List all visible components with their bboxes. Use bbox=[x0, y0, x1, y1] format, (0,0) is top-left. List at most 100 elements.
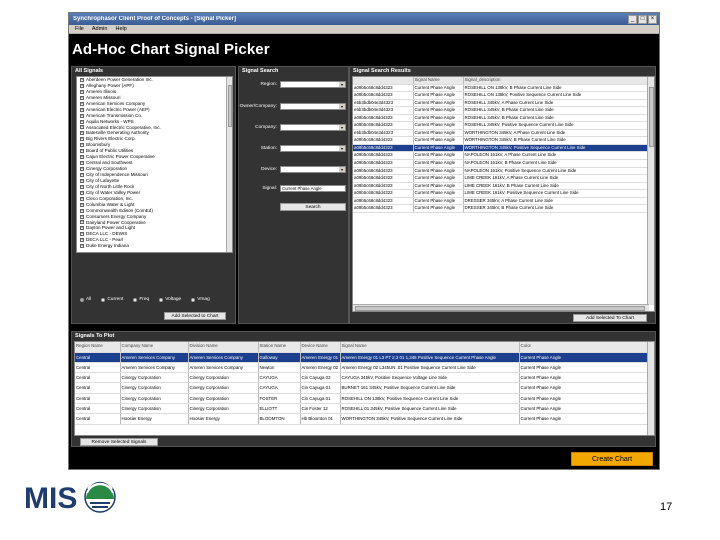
expand-icon[interactable]: + bbox=[80, 77, 84, 82]
results-row[interactable]: a09b5c68c8dd4323 Current Phase Angle LIME … bbox=[353, 182, 648, 191]
results-column-header[interactable]: Signal_description bbox=[463, 77, 648, 85]
results-row[interactable]: a09b5c68c8dd4323 Current Phase Angle LIME … bbox=[353, 189, 648, 198]
results-row[interactable]: a09b5c68c8dd4323 Current Phase Angle ROSEH… bbox=[353, 114, 648, 123]
expand-icon[interactable]: + bbox=[80, 214, 84, 219]
radio-dot-icon[interactable] bbox=[80, 297, 84, 302]
plot-scrollbar[interactable] bbox=[647, 342, 654, 435]
radio-dot-icon[interactable] bbox=[133, 297, 138, 302]
search-dropdown[interactable]: ▾ bbox=[280, 124, 346, 131]
expand-icon[interactable]: + bbox=[80, 161, 84, 166]
expand-icon[interactable]: + bbox=[80, 125, 84, 130]
minimize-button[interactable]: _ bbox=[628, 14, 637, 24]
plot-column-header[interactable]: Color bbox=[519, 342, 650, 353]
plot-row[interactable]: Central Cinergy Corporation Cinergy Corpor… bbox=[75, 393, 650, 404]
plot-column-header[interactable]: Signal Name bbox=[340, 342, 520, 353]
expand-icon[interactable]: + bbox=[80, 131, 84, 136]
expand-icon[interactable]: + bbox=[80, 149, 84, 154]
filter-radio[interactable]: Voltage bbox=[159, 297, 181, 302]
results-row[interactable]: e5b3bdb04e3d4323 Current Phase Angle ROSEH… bbox=[353, 106, 648, 115]
expand-icon[interactable]: + bbox=[80, 167, 84, 172]
results-row[interactable]: a09b5c68c8dd4323 Current Phase Angle NAPOL… bbox=[353, 167, 648, 176]
expand-icon[interactable]: + bbox=[80, 119, 84, 124]
close-button[interactable]: × bbox=[648, 14, 657, 24]
expand-icon[interactable]: + bbox=[80, 143, 84, 148]
radio-dot-icon[interactable] bbox=[159, 297, 164, 302]
radio-dot-icon[interactable] bbox=[191, 297, 196, 302]
results-row[interactable]: e5b3bdb04e3d4323 Current Phase Angle ROSEH… bbox=[353, 99, 648, 108]
results-row[interactable]: e5b3bdb04e3d4323 Current Phase Angle WORTH… bbox=[353, 129, 648, 138]
expand-icon[interactable]: + bbox=[80, 172, 84, 177]
expand-icon[interactable]: + bbox=[80, 226, 84, 231]
chevron-down-icon[interactable]: ▾ bbox=[339, 146, 345, 151]
filter-radio[interactable]: Vmag bbox=[191, 297, 210, 302]
results-row[interactable]: a09b5c68c8dd4323 Current Phase Angle NAPOL… bbox=[353, 159, 648, 168]
plot-row[interactable]: Central Ameren Services Company Ameren Ser… bbox=[75, 352, 650, 363]
search-results-grid[interactable]: Signal Name Signal_description a09b5c68c8… bbox=[352, 76, 655, 312]
expand-icon[interactable]: + bbox=[80, 113, 84, 118]
menu-help[interactable]: Help bbox=[115, 26, 126, 32]
plot-row[interactable]: Central Ameren Services Company Ameren Ser… bbox=[75, 362, 650, 374]
expand-icon[interactable]: + bbox=[80, 101, 84, 106]
chevron-down-icon[interactable]: ▾ bbox=[339, 104, 345, 109]
expand-icon[interactable]: + bbox=[80, 155, 84, 160]
expand-icon[interactable]: + bbox=[80, 202, 84, 207]
results-row[interactable]: a09b5c68c8dd4323 Current Phase Angle ROSEH… bbox=[353, 91, 648, 100]
expand-icon[interactable]: + bbox=[80, 89, 84, 94]
filter-radio[interactable]: Current bbox=[101, 297, 123, 302]
search-button[interactable]: Search bbox=[280, 203, 346, 211]
results-horizontal-scrollbar[interactable] bbox=[353, 304, 649, 311]
create-chart-button[interactable]: Create Chart bbox=[571, 452, 653, 466]
plot-column-header[interactable]: Device Name bbox=[300, 342, 341, 353]
results-row[interactable]: a09b5c68c8dd4323 Current Phase Angle DRESS… bbox=[353, 197, 648, 206]
expand-icon[interactable]: + bbox=[80, 208, 84, 213]
signals-scroll-thumb[interactable] bbox=[227, 85, 232, 127]
results-row[interactable]: a09b5c68c8dd4323 Current Phase Angle DRESS… bbox=[353, 204, 648, 213]
plot-grid[interactable]: Region Name Company Name Division Name Stat… bbox=[74, 341, 655, 436]
search-dropdown[interactable]: ▾ bbox=[280, 81, 346, 88]
expand-icon[interactable]: + bbox=[80, 107, 84, 112]
results-row[interactable]: a09b5c68c8dd4323 Current Phase Angle WORTH… bbox=[353, 136, 648, 145]
results-column-header[interactable]: Signal Name bbox=[413, 77, 464, 85]
plot-column-header[interactable]: Region Name bbox=[75, 342, 121, 353]
results-hscroll-thumb[interactable] bbox=[355, 306, 645, 311]
results-scroll-thumb[interactable] bbox=[649, 87, 654, 147]
search-dropdown[interactable]: ▾ bbox=[280, 145, 346, 152]
filter-radio[interactable]: Freq bbox=[133, 297, 149, 302]
add-selected-to-chart-button[interactable]: Add Selected to Chart bbox=[164, 312, 226, 320]
chevron-down-icon[interactable]: ▾ bbox=[339, 125, 345, 130]
expand-icon[interactable]: + bbox=[80, 238, 84, 243]
expand-icon[interactable]: + bbox=[80, 184, 84, 189]
results-row[interactable]: a09b5c68c8dd4323 Current Phase Angle WORTH… bbox=[353, 144, 648, 153]
signals-tree[interactable]: + Aberdeen Power Generation Inc. + Alleghan… bbox=[76, 76, 233, 253]
expand-icon[interactable]: + bbox=[80, 95, 84, 100]
expand-icon[interactable]: + bbox=[80, 232, 84, 237]
results-row[interactable]: a09b5c68c8dd4323 Current Phase Angle ROSEH… bbox=[353, 84, 648, 93]
signal-tree-item[interactable]: + Duke Energy Indiana bbox=[77, 243, 232, 249]
radio-dot-icon[interactable] bbox=[101, 297, 106, 302]
plot-column-header[interactable]: Station Name bbox=[258, 342, 301, 353]
signal-input[interactable]: Current Phase Angle bbox=[280, 185, 346, 192]
expand-icon[interactable]: + bbox=[80, 178, 84, 183]
plot-row[interactable]: Central Hoosier Energy Hoosier Energy BLOOM… bbox=[75, 413, 650, 425]
plot-row[interactable]: Central Cinergy Corporation Cinergy Corpor… bbox=[75, 372, 650, 384]
expand-icon[interactable]: + bbox=[80, 220, 84, 225]
signals-scrollbar[interactable] bbox=[226, 77, 232, 252]
menu-admin[interactable]: Admin bbox=[92, 26, 108, 32]
expand-icon[interactable]: + bbox=[80, 83, 84, 88]
results-row[interactable]: a09b5c68c8dd4323 Current Phase Angle LIME … bbox=[353, 174, 648, 183]
results-column-header[interactable] bbox=[353, 77, 414, 85]
results-vertical-scrollbar[interactable] bbox=[647, 77, 654, 305]
filter-radio[interactable]: All bbox=[80, 297, 91, 302]
search-dropdown[interactable]: ▾ bbox=[280, 166, 346, 173]
add-selected-results-button[interactable]: Add Selected To Chart bbox=[573, 314, 647, 322]
chevron-down-icon[interactable]: ▾ bbox=[339, 82, 345, 87]
remove-selected-signals-button[interactable]: Remove Selected Signals bbox=[80, 438, 158, 446]
search-dropdown[interactable]: ▾ bbox=[280, 103, 346, 110]
results-row[interactable]: a09b5c68c8dd4323 Current Phase Angle ROSEH… bbox=[353, 121, 648, 130]
plot-row[interactable]: Central Cinergy Corporation Cinergy Corpor… bbox=[75, 403, 650, 415]
plot-column-header[interactable]: Company Name bbox=[120, 342, 189, 353]
menu-file[interactable]: File bbox=[75, 26, 84, 32]
results-row[interactable]: a09b5c68c8dd4323 Current Phase Angle NAPOL… bbox=[353, 151, 648, 160]
plot-column-header[interactable]: Division Name bbox=[188, 342, 259, 353]
expand-icon[interactable]: + bbox=[80, 137, 84, 142]
